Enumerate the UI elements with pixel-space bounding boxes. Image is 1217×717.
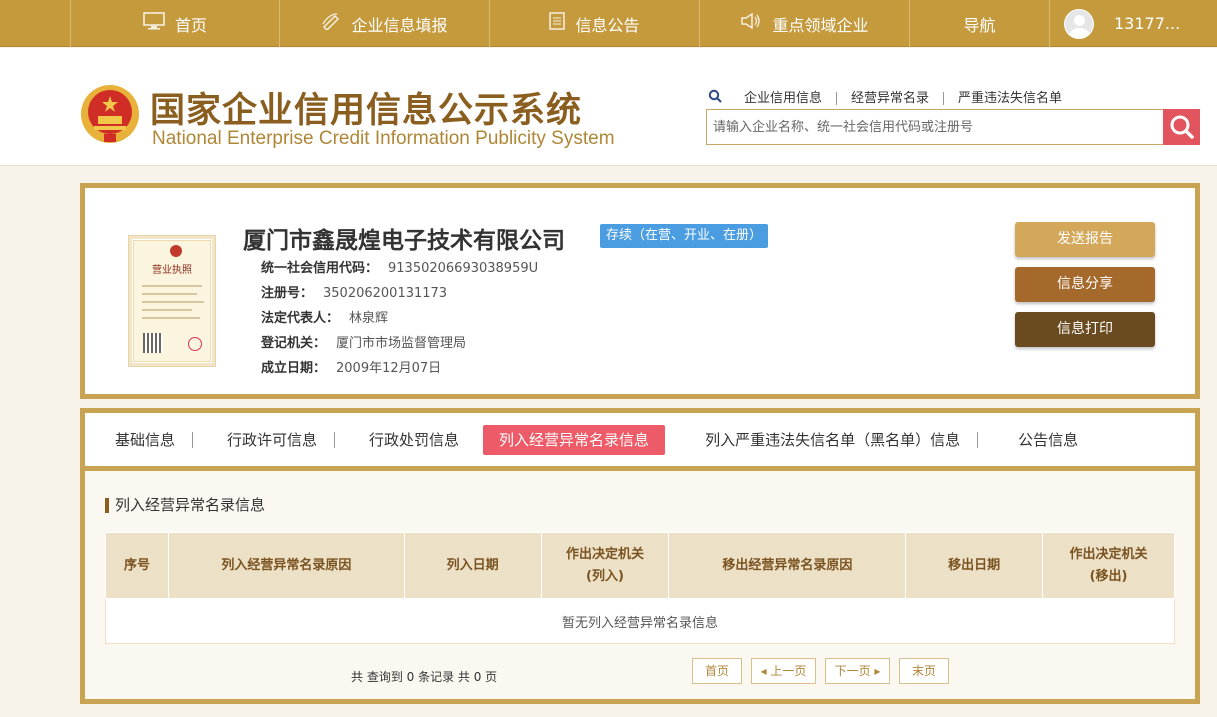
tab-announcements[interactable]: 公告信息 [1002,425,1094,455]
info-founded-date: 成立日期： 2009年12月07日 [261,361,442,376]
tab-license-info[interactable]: 行政许可信息 [211,425,336,455]
tab-abnormal-list[interactable]: 列入经营异常名录信息 [483,424,666,455]
nav-notice-label: 信息公告 [575,15,640,35]
col-list-date: 列入日期 [403,532,542,599]
empty-message: 暂无列入经营异常名录信息 [105,598,1175,644]
status-badge: 存续（在营、开业、在册） [600,224,769,248]
search-button[interactable] [1163,109,1200,145]
next-page-button[interactable]: 下一页 ▸ [825,658,890,684]
nav-home-label: 首页 [174,15,207,35]
nav-home[interactable]: 首页 [70,0,280,47]
seal-icon [188,337,202,351]
tab-blacklist[interactable]: 列入严重违法失信名单（黑名单）信息 [689,425,979,455]
tab-basic-info[interactable]: 基础信息 [99,425,194,455]
monitor-icon [143,12,165,35]
nav-guide[interactable]: 导航 [910,0,1050,47]
pen-icon [321,12,341,35]
col-list-reason: 列入经营异常名录原因 [167,532,405,599]
search-tab-credit[interactable]: 企业信用信息 [730,91,838,105]
nav-key-enterprise[interactable]: 重点领域企业 [700,0,910,47]
col-index: 序号 [105,532,169,599]
info-credit-code: 统一社会信用代码： 91350206693038959U [261,261,539,276]
abnormal-list-section: 列入经营异常名录信息 序号 列入经营异常名录原因 列入日期 作出决定机关 (列入… [85,471,1195,699]
info-legal-rep: 法定代表人： 林泉辉 [261,311,389,326]
share-info-button[interactable]: 信息分享 [1015,267,1155,302]
site-header: 国家企业信用信息公示系统 National Enterprise Credit … [0,48,1217,166]
info-tabs: 基础信息 行政许可信息 行政处罚信息 列入经营异常名录信息 列入严重违法失信名单… [85,413,1195,471]
search-tab-blacklist[interactable]: 严重违法失信名单 [944,92,1076,105]
search-input[interactable] [707,110,1162,144]
detail-panel: 基础信息 行政许可信息 行政处罚信息 列入经营异常名录信息 列入严重违法失信名单… [80,408,1200,704]
site-title: 国家企业信用信息公示系统 [150,91,583,131]
license-emblem-icon [170,245,182,257]
section-title: 列入经营异常名录信息 [105,498,265,513]
col-remove-authority: 作出决定机关 (移出) [1042,532,1175,599]
info-reg-authority: 登记机关： 厦门市市场监督管理局 [261,336,467,351]
nav-guide-label: 导航 [963,15,996,35]
search-tab-abnormal[interactable]: 经营异常名录 [837,91,945,105]
info-reg-number: 注册号： 350206200131173 [261,286,448,301]
nav-key-enterprise-label: 重点领域企业 [772,15,869,35]
table-row: 暂无列入经营异常名录信息 [105,598,1175,644]
abnormal-list-table: 序号 列入经营异常名录原因 列入日期 作出决定机关 (列入) 移出经营异常名录原… [105,532,1175,644]
business-license-image[interactable]: 营业执照 [128,235,216,367]
last-page-button[interactable]: 末页 [899,658,949,684]
search-type-tabs: 企业信用信息 经营异常名录 严重违法失信名单 [708,89,1076,107]
site-title-english: National Enterprise Credit Information P… [152,128,615,149]
print-info-button[interactable]: 信息打印 [1015,312,1155,347]
search-small-icon [708,89,722,107]
top-navigation: 首页 企业信息填报 信息公告 重点领域企业 导航 13177... [0,0,1217,47]
col-remove-date: 移出日期 [905,532,1044,599]
prev-page-button[interactable]: ◂ 上一页 [751,658,816,684]
col-remove-reason: 移出经营异常名录原因 [668,532,907,599]
speaker-icon [740,12,762,35]
nav-user[interactable]: 13177... [1050,0,1217,47]
col-list-authority: 作出决定机关 (列入) [540,532,670,599]
nav-notice[interactable]: 信息公告 [490,0,700,47]
nav-info-fill[interactable]: 企业信息填报 [280,0,490,47]
avatar [1064,8,1094,39]
user-account: 13177... [1114,14,1181,33]
pager-summary: 共 查询到 0 条记录 共 0 页 [351,670,498,684]
document-icon [549,12,566,35]
license-title: 营业执照 [152,265,192,276]
first-page-button[interactable]: 首页 [692,658,742,684]
national-emblem-icon [81,85,139,143]
send-report-button[interactable]: 发送报告 [1015,222,1155,257]
search-box [706,109,1200,145]
tab-penalty-info[interactable]: 行政处罚信息 [353,425,475,455]
qr-code-icon [143,333,163,353]
company-name: 厦门市鑫晟煌电子技术有限公司 [243,228,565,254]
search-icon [1170,115,1194,139]
nav-info-fill-label: 企业信息填报 [351,15,448,35]
company-card: 营业执照 厦门市鑫晟煌电子技术有限公司 存续（在营、开业、在册） 统一社会信用代… [80,183,1200,399]
